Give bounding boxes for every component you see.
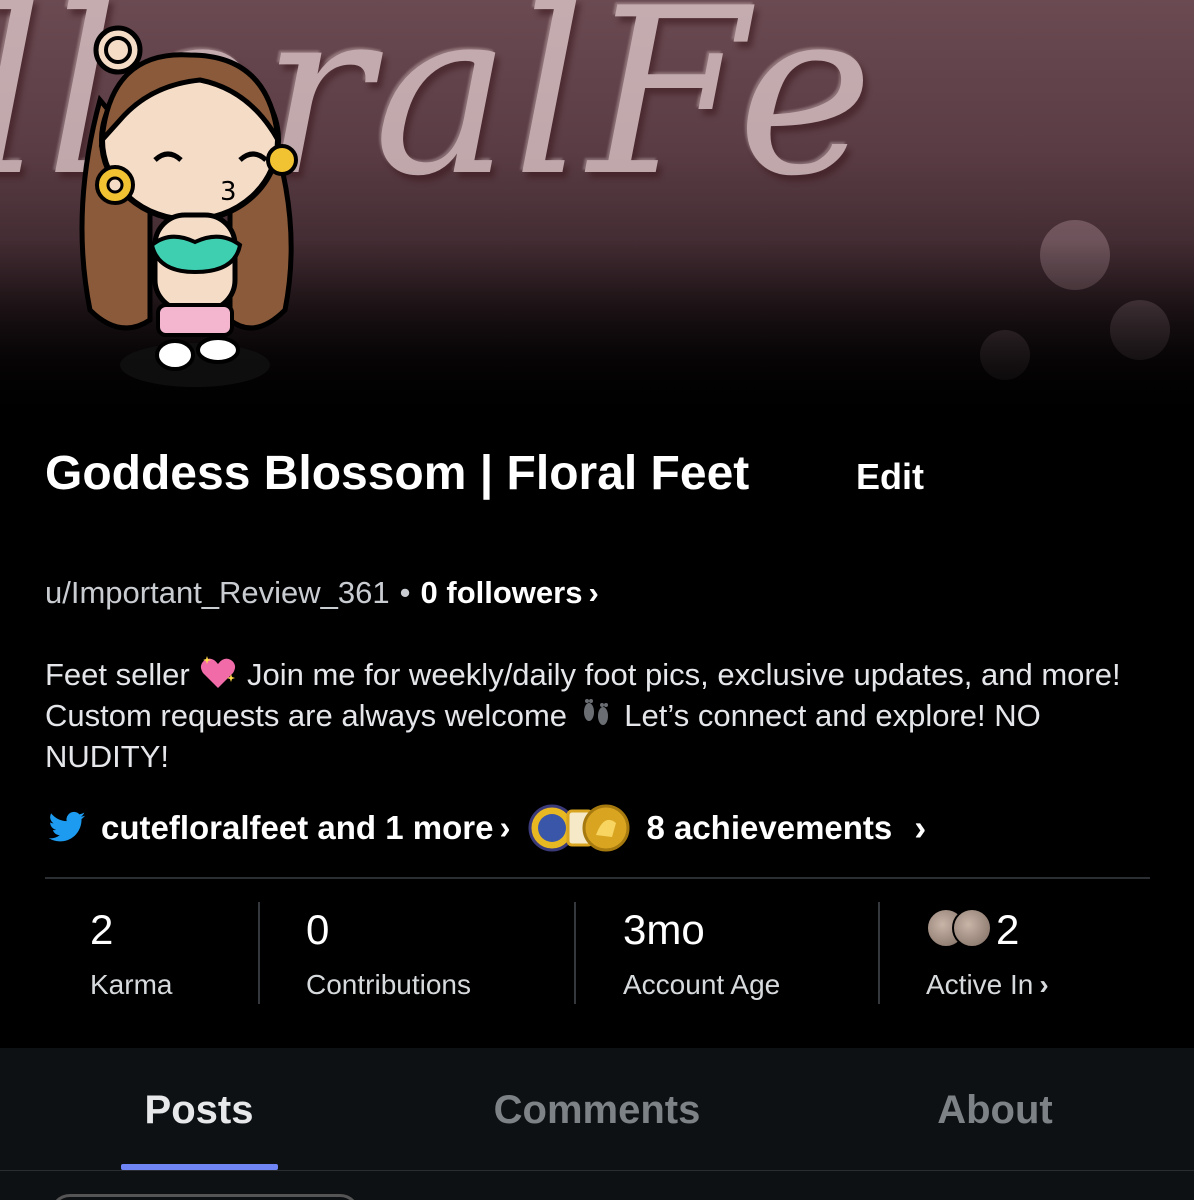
footprints-icon: [583, 699, 608, 725]
svg-text:3: 3: [220, 177, 237, 207]
stat-value: 2: [90, 906, 114, 953]
social-row: cutefloralfeet and 1 more › 8 achievement…: [45, 803, 926, 853]
stat-value: 2: [996, 906, 1020, 953]
profile-avatar[interactable]: 3: [60, 10, 320, 400]
profile-bio: Feet seller Join me for weekly/daily foo…: [45, 654, 1155, 777]
stat-contributions[interactable]: 0 Contributions: [306, 905, 471, 1001]
stat-label: Karma: [90, 969, 173, 1000]
tab-about[interactable]: About: [796, 1088, 1194, 1133]
chevron-right-icon: ›: [1039, 969, 1049, 1000]
stat-separator: [258, 902, 260, 1004]
stat-value: 0: [306, 906, 330, 953]
stat-label: Contributions: [306, 969, 471, 1000]
stat-label: Account Age: [623, 969, 781, 1000]
tabbar-border: [0, 1170, 1194, 1171]
profile-display-name: Goddess Blossom | Floral Feet: [45, 447, 750, 500]
twitter-icon: [48, 811, 86, 842]
profile-meta-row: u/Important_Review_361 • 0 followers ›: [45, 575, 599, 611]
bio-text-1: Feet seller: [45, 657, 190, 692]
stat-separator: [878, 902, 880, 1004]
stat-label: Active In: [926, 969, 1034, 1000]
community-avatar: [952, 908, 992, 948]
achievement-badges-icon[interactable]: [524, 803, 634, 853]
edit-profile-button[interactable]: Edit: [856, 456, 924, 498]
stat-karma[interactable]: 2 Karma: [90, 905, 172, 1001]
chevron-right-icon: ›: [499, 809, 511, 846]
stat-active-in[interactable]: 2 Active In ›: [926, 905, 1049, 1001]
divider: [45, 877, 1150, 879]
profile-tabbar: Posts Comments About: [0, 1048, 1194, 1200]
social-link-text: cutefloralfeet and 1 more: [101, 809, 494, 846]
community-avatars: [926, 906, 996, 950]
followers-link[interactable]: 0 followers ›: [421, 575, 599, 610]
profile-username: u/Important_Review_361: [45, 575, 390, 610]
achievements-count[interactable]: 8 achievements: [646, 809, 892, 847]
meta-separator: •: [399, 575, 411, 610]
social-links[interactable]: cutefloralfeet and 1 more ›: [101, 809, 510, 847]
tab-posts[interactable]: Posts: [0, 1088, 398, 1133]
chevron-right-icon[interactable]: ›: [914, 807, 926, 849]
stat-value: 3mo: [623, 906, 705, 953]
stat-separator: [574, 902, 576, 1004]
chevron-right-icon: ›: [588, 575, 599, 610]
stat-account-age[interactable]: 3mo Account Age: [623, 905, 780, 1001]
filter-pill[interactable]: [50, 1194, 360, 1200]
tab-comments[interactable]: Comments: [398, 1088, 796, 1133]
followers-count: 0 followers: [420, 575, 583, 610]
sparkling-heart-icon: [201, 656, 236, 688]
